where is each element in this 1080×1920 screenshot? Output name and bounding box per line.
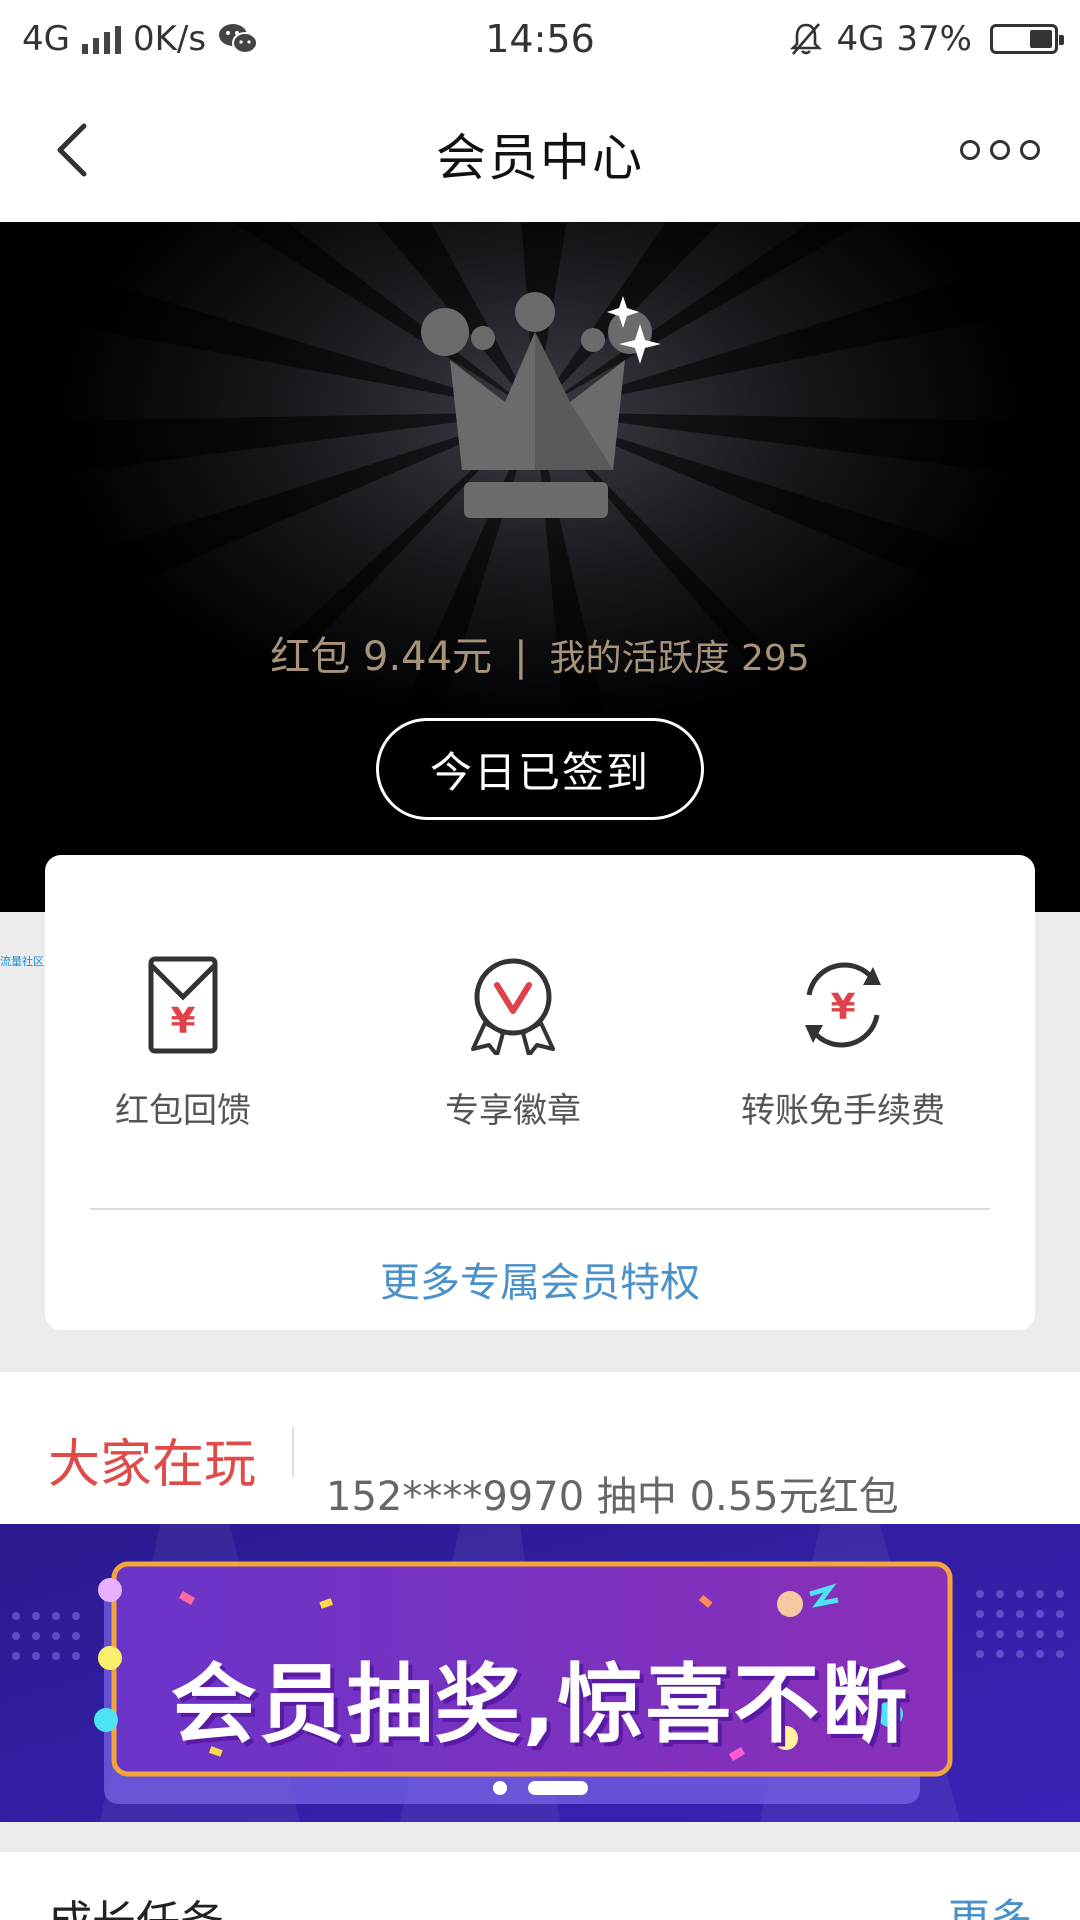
growth-tasks-section: 成长任务 更多: [0, 1852, 1080, 1920]
hero-stats: 红包 9.44元 | 我的活跃度 295: [0, 624, 1080, 682]
badge-icon: [471, 958, 555, 1055]
lottery-banner[interactable]: 会员抽奖,惊喜不断: [0, 1524, 1080, 1822]
svg-text:¥: ¥: [830, 987, 855, 1028]
member-hero: 红包 9.44元 | 我的活跃度 295 今日已签到: [0, 222, 1080, 912]
dot-icon: [1020, 140, 1040, 160]
dot-icon: [990, 140, 1010, 160]
nav-bar: 会员中心: [0, 78, 1080, 222]
privileges-card: ¥ 红包回馈 专享徽章 ¥ 转账免手续费 更多专属会员特权: [45, 855, 1035, 1330]
card-divider: [90, 1208, 990, 1210]
wechat-icon: [219, 24, 259, 54]
red-packet-balance: 红包 9.44元: [270, 634, 493, 680]
privilege-label: 红包回馈: [115, 1091, 251, 1131]
growth-more-link[interactable]: 更多: [948, 1886, 1032, 1920]
dot-icon: [960, 140, 980, 160]
signin-button[interactable]: 今日已签到: [376, 718, 704, 820]
activity-score: 我的活跃度 295: [549, 638, 810, 679]
section-title: 成长任务: [48, 1886, 224, 1920]
banner-headline: 会员抽奖,惊喜不断: [170, 1655, 910, 1755]
battery-percent: 37%: [896, 19, 972, 59]
more-privileges-link[interactable]: 更多专属会员特权: [45, 1250, 1035, 1308]
network-type: 4G: [22, 19, 70, 59]
privilege-transfer-free[interactable]: ¥ 转账免手续费: [678, 955, 1008, 1132]
winner-ticker[interactable]: 152****9970 抽中 0.55元红包: [326, 1464, 899, 1522]
red-envelope-icon: ¥: [148, 956, 218, 1054]
page-title: 会员中心: [436, 129, 644, 187]
network-speed: 0K/s: [132, 19, 207, 59]
privilege-label: 转账免手续费: [741, 1091, 945, 1131]
privilege-red-packet[interactable]: ¥ 红包回馈: [18, 955, 348, 1132]
mute-bell-icon: [790, 23, 823, 55]
network-type-right: 4G: [836, 19, 885, 59]
stats-separator: |: [514, 634, 528, 680]
privilege-badge[interactable]: 专享徽章: [348, 955, 678, 1132]
section-title: 大家在玩: [48, 1435, 257, 1495]
yuan-exchange-icon: ¥: [805, 962, 881, 1048]
privileges-row: ¥ 红包回馈 专享徽章 ¥ 转账免手续费: [45, 955, 1035, 1132]
signal-icon: [81, 24, 121, 54]
everyone-playing-section: 大家在玩 152****9970 抽中 0.55元红包: [0, 1372, 1080, 1524]
crown-icon: [421, 292, 661, 518]
svg-text:¥: ¥: [170, 1001, 195, 1042]
more-options-button[interactable]: [960, 126, 1040, 174]
status-left: 4G 0K/s: [22, 19, 259, 59]
section-separator: [292, 1427, 294, 1477]
battery-icon: [990, 24, 1064, 54]
privilege-label: 专享徽章: [445, 1091, 581, 1131]
status-right: 4G 37%: [788, 19, 1064, 59]
status-bar: 4G 0K/s 14:56 4G 37%: [0, 0, 1080, 78]
